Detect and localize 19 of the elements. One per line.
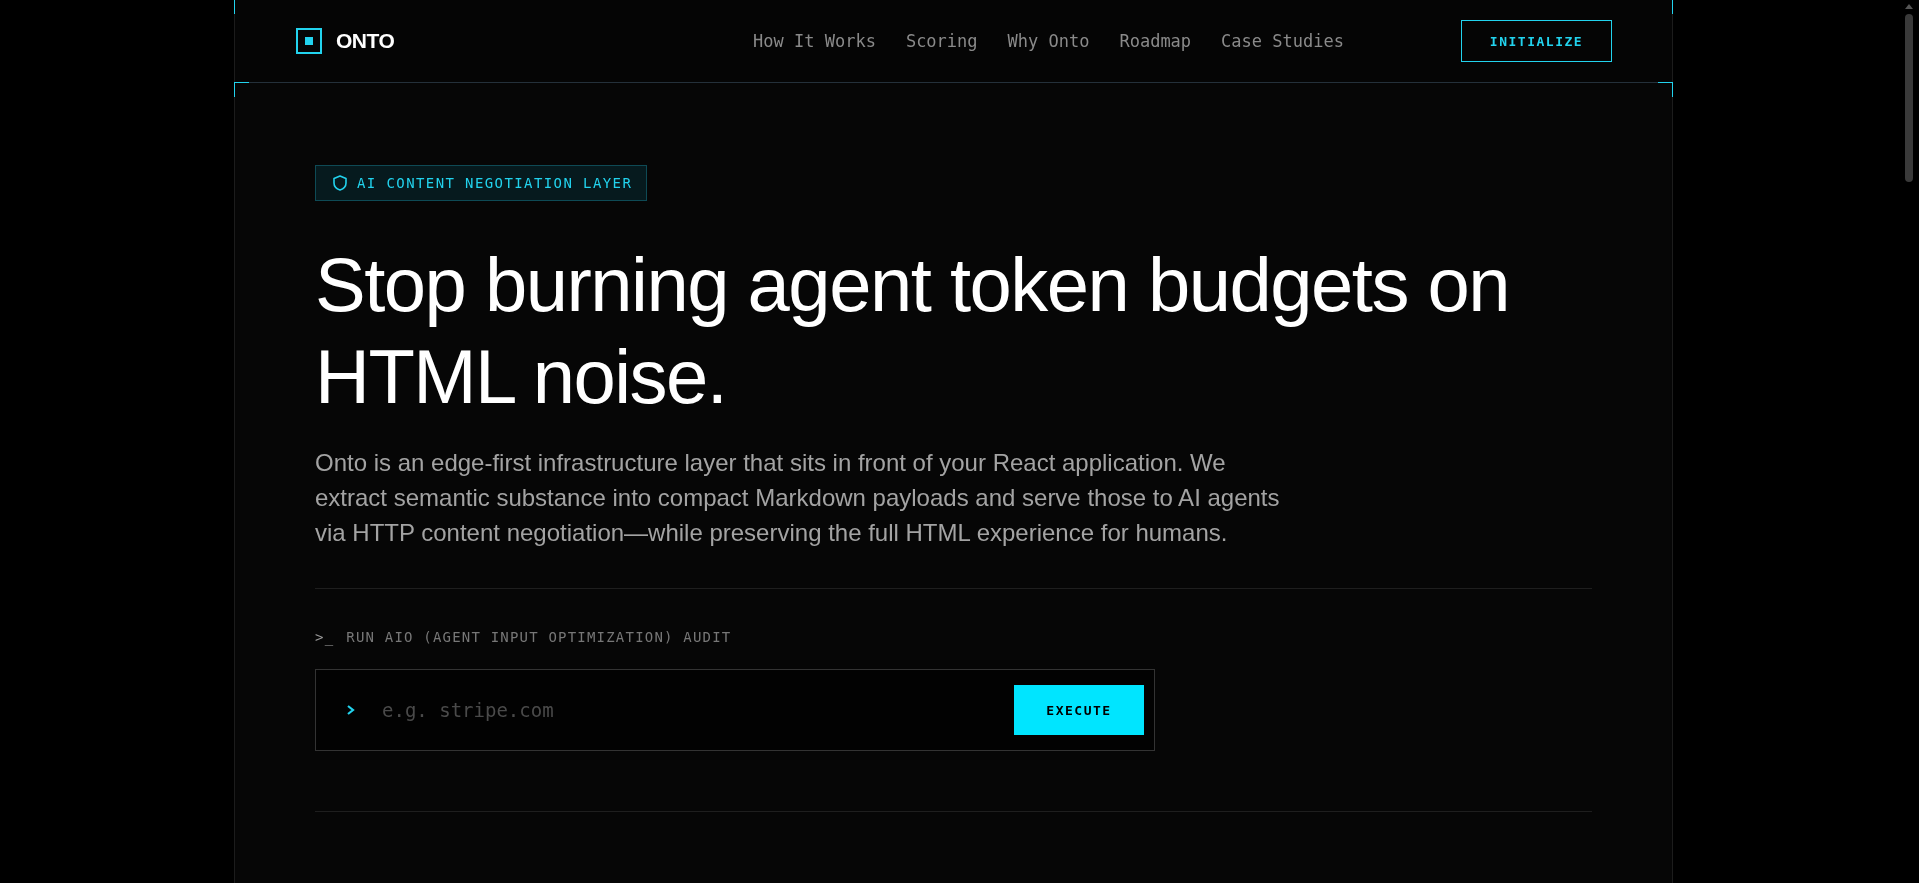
hero-description: Onto is an edge-first infrastructure layer that sits in front of your React application. We extract semantic substance into compact Markdown payloads and serve those to AI agents via HTTP content negotiation—while preserving the full HTML experience for humans. xyxy=(315,448,1281,548)
nav-link[interactable]: Case Studies xyxy=(1221,31,1344,51)
nav-link[interactable]: Roadmap xyxy=(1119,31,1192,51)
url-input-field[interactable]: e.g. stripe.com xyxy=(380,698,1014,722)
hero-heading: Stop burning agent token budgets on HTML noise. xyxy=(315,241,1511,421)
badge-label: AI CONTENT NEGOTIATION LAYER xyxy=(357,175,633,191)
nav-link[interactable]: How It Works xyxy=(753,31,876,51)
logo-text[interactable]: ONTO xyxy=(336,29,395,53)
scroll-up-icon[interactable] xyxy=(1905,4,1913,9)
nav-link[interactable]: Why Onto xyxy=(1007,31,1090,51)
scrollbar-thumb[interactable] xyxy=(1905,14,1913,182)
initialize-button[interactable]: INITIALIZE xyxy=(1461,20,1612,62)
shield-icon xyxy=(333,175,347,191)
chevron-icon xyxy=(346,704,356,716)
audit-label: RUN AIO (AGENT INPUT OPTIMIZATION) AUDIT xyxy=(346,629,732,645)
prompt-icon: >_ xyxy=(315,629,335,645)
logo-icon xyxy=(296,28,322,54)
execute-button[interactable]: EXECUTE xyxy=(1014,685,1144,735)
nav-link[interactable]: Scoring xyxy=(905,31,978,51)
